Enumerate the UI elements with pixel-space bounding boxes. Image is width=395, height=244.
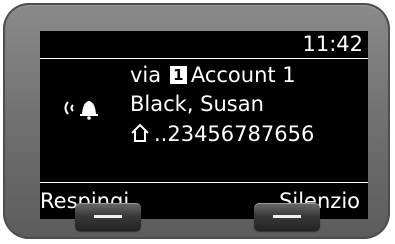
via-label: via: [130, 63, 162, 87]
caller-name: Black, Susan: [130, 92, 264, 116]
clock: 11:42: [302, 32, 363, 56]
left-hardware-key[interactable]: [75, 203, 141, 231]
home-icon: [131, 123, 149, 142]
caller-number-line: ..23456787656: [130, 122, 314, 147]
phone-device: 11:42 via 1 Account 1 Black, Susan ..2345…: [3, 3, 390, 239]
key-dash-mark: [94, 215, 122, 218]
account-number-badge: 1: [169, 66, 187, 84]
status-bar: 11:42: [40, 31, 368, 59]
key-dash-mark: [273, 215, 301, 218]
caller-number: ..23456787656: [154, 122, 315, 146]
incoming-call-panel: via 1 Account 1 Black, Susan ..2345678765…: [40, 60, 368, 180]
account-name: Account 1: [190, 63, 296, 87]
display-screen: 11:42 via 1 Account 1 Black, Susan ..2345…: [40, 31, 368, 219]
account-line: via 1 Account 1: [130, 63, 296, 88]
right-hardware-key[interactable]: [254, 203, 320, 231]
ringing-bell-icon: [64, 101, 98, 120]
